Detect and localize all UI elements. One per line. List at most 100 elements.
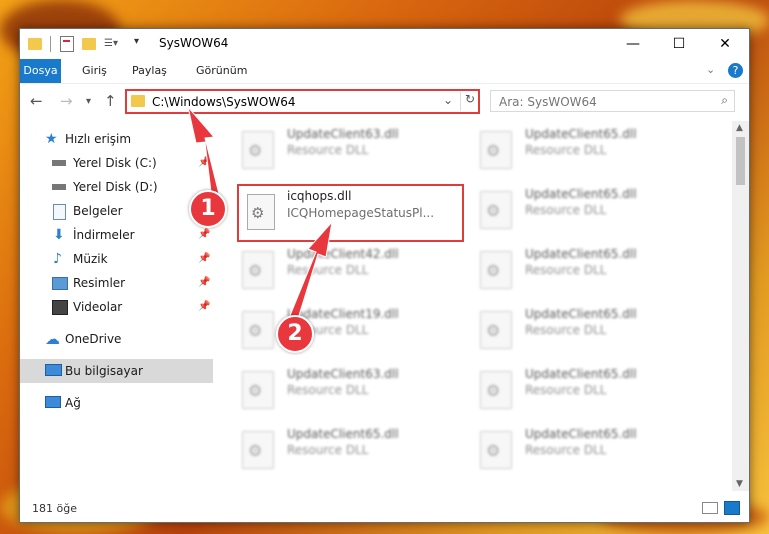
sidebar-item-disk-d[interactable]: Yerel Disk (D:) [20,175,213,199]
annotation-badge-1: 1 [189,190,227,228]
file-desc: Resource DLL [287,383,369,397]
file-name: UpdateClient65.dll [525,307,637,321]
navigation-pane: ★ Hızlı erişim Yerel Disk (C:) 📌 Yerel D… [20,121,213,491]
details-view-icon[interactable] [702,502,718,514]
window-title: SysWOW64 [159,36,229,50]
ribbon-tabs: Dosya Giriş Paylaş Görünüm ⌄ ? [20,59,749,83]
file-name: icqhops.dll [287,189,352,203]
scroll-down-icon[interactable]: ▼ [736,479,743,489]
address-path: C:\Windows\SysWOW64 [152,95,296,109]
sidebar-item-label: Bu bilgisayar [65,364,143,378]
sidebar-item-label: Hızlı erişim [65,132,132,146]
file-desc: Resource DLL [525,443,607,457]
list-item[interactable]: ⚙ UpdateClient63.dll Resource DLL [230,121,465,173]
file-name: UpdateClient65.dll [525,367,637,381]
properties-icon[interactable] [60,36,74,52]
sidebar-item-videos[interactable]: Videolar 📌 [20,295,213,319]
gear-icon: ⚙ [248,381,263,400]
folder-icon [28,38,42,50]
sidebar-item-music[interactable]: ♪ Müzik 📌 [20,247,213,271]
scroll-up-icon[interactable]: ▲ [736,123,743,133]
file-name: UpdateClient65.dll [287,427,399,441]
sidebar-item-label: Videolar [73,300,123,314]
list-item[interactable]: ⚙ UpdateClient65.dll Resource DLL [468,121,703,173]
sidebar-item-label: Yerel Disk (D:) [73,180,158,194]
file-desc: Resource DLL [525,323,607,337]
scrollbar-thumb[interactable] [736,137,745,185]
folder-icon [131,95,145,107]
help-icon[interactable]: ? [728,63,743,78]
list-item[interactable]: ⚙ UpdateClient65.dll Resource DLL [468,421,703,473]
sidebar-item-disk-c[interactable]: Yerel Disk (C:) 📌 [20,151,213,175]
search-box[interactable]: ⌕ [490,90,735,112]
list-item[interactable]: ⚙ UpdateClient63.dll Resource DLL [230,361,465,413]
sidebar-item-downloads[interactable]: ⬇ İndirmeler 📌 [20,223,213,247]
tab-home[interactable]: Giriş [74,59,115,83]
list-item[interactable]: ⚙ UpdateClient65.dll Resource DLL [468,361,703,413]
gear-icon: ⚙ [248,141,263,160]
sidebar-item-pictures[interactable]: Resimler 📌 [20,271,213,295]
highlighted-file[interactable]: ⚙ icqhops.dll ICQHomepageStatusPl... [237,184,464,242]
customize-icon[interactable]: ☰▾ [104,38,118,50]
file-name: UpdateClient63.dll [287,127,399,141]
refresh-icon[interactable]: ↻ [460,92,479,111]
file-desc: Resource DLL [287,143,369,157]
network-icon [45,396,61,408]
chevron-down-icon[interactable]: ⌄ [706,63,715,76]
annotation-badge-2: 2 [276,315,314,353]
address-dropdown-icon[interactable]: ⌄ [443,93,453,107]
videos-icon [52,300,68,315]
file-name: UpdateClient65.dll [525,247,637,261]
gear-icon: ⚙ [486,321,501,340]
drive-icon [52,160,66,166]
gear-icon: ⚙ [486,141,501,160]
search-input[interactable] [497,93,701,111]
close-button[interactable]: ✕ [702,29,748,59]
new-folder-icon[interactable] [82,38,96,50]
address-row: ← → ▾ ↑ C:\Windows\SysWOW64 ⌄ ↻ ⌕ [20,83,749,120]
file-desc: Resource DLL [525,203,607,217]
sidebar-item-onedrive[interactable]: ☁ OneDrive [20,327,213,351]
gear-icon: ⚙ [486,381,501,400]
sidebar-item-network[interactable]: Ağ [20,391,213,415]
download-icon: ⬇ [53,227,65,243]
large-icons-view-icon[interactable] [724,501,740,515]
tab-share[interactable]: Paylaş [124,59,175,83]
sidebar-item-quick-access[interactable]: ★ Hızlı erişim [20,127,213,151]
back-arrow-icon[interactable]: ← [30,92,43,110]
file-desc: Resource DLL [287,263,369,277]
sidebar-item-this-pc[interactable]: Bu bilgisayar [20,359,213,383]
list-item[interactable]: ⚙ UpdateClient65.dll Resource DLL [468,301,703,353]
up-arrow-icon[interactable]: ↑ [104,92,117,110]
address-bar[interactable]: C:\Windows\SysWOW64 ⌄ ↻ [125,89,480,114]
file-desc: ICQHomepageStatusPl... [287,206,435,220]
list-item[interactable]: ⚙ UpdateClient65.dll Resource DLL [230,421,465,473]
sidebar-item-label: Resimler [73,276,126,290]
file-desc: Resource DLL [525,263,607,277]
file-name: UpdateClient42.dll [287,247,399,261]
gear-icon: ⚙ [486,201,501,220]
drive-icon [52,184,66,190]
list-item[interactable]: ⚙ UpdateClient19.dll Resource DLL [230,301,465,353]
minimize-button[interactable]: — [610,29,656,59]
list-item[interactable]: ⚙ UpdateClient65.dll Resource DLL [468,241,703,293]
recent-dropdown-icon[interactable]: ▾ [86,96,91,107]
list-item[interactable]: ⚙ UpdateClient42.dll Resource DLL [230,241,465,293]
tab-file[interactable]: Dosya [20,59,61,83]
list-item[interactable]: ⚙ UpdateClient65.dll Resource DLL [468,181,703,233]
star-icon: ★ [45,131,58,147]
gear-icon: ⚙ [248,441,263,460]
pin-icon: 📌 [198,253,211,264]
search-icon[interactable]: ⌕ [721,93,728,108]
pin-icon: 📌 [198,301,211,312]
forward-arrow-icon[interactable]: → [60,92,73,110]
vertical-scrollbar[interactable]: ▲ ▼ [732,121,749,491]
tab-view[interactable]: Görünüm [188,59,255,83]
maximize-button[interactable]: ☐ [656,29,702,59]
dropdown-icon[interactable]: ▾ [134,36,139,52]
sidebar-item-documents[interactable]: Belgeler 📌 [20,199,213,223]
sidebar-item-label: Ağ [65,396,81,410]
file-desc: Resource DLL [287,443,369,457]
music-icon: ♪ [53,251,62,267]
gear-icon: ⚙ [486,261,501,280]
